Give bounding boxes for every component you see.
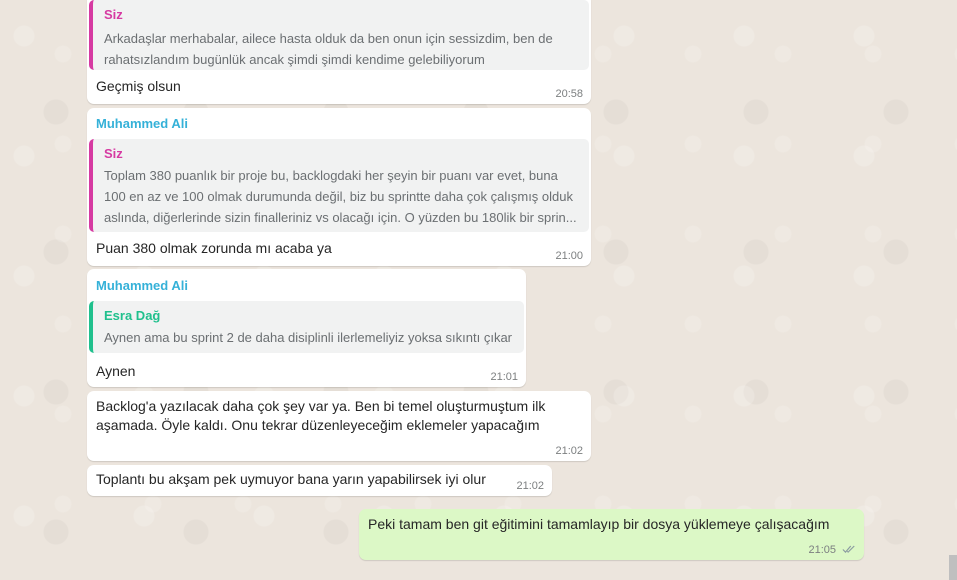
message-bubble[interactable]: Toplantı bu akşam pek uymuyor bana yarın… — [87, 465, 552, 496]
message-time: 21:05 — [808, 544, 836, 556]
message-time: 21:02 — [516, 480, 544, 492]
quoted-sender-name: Siz — [104, 146, 123, 161]
quoted-text-line: aslında, diğerlerinde sizin finalleriniz… — [104, 210, 577, 225]
message-bubble[interactable]: Backlog'a yazılacak daha çok şey var ya.… — [87, 391, 591, 461]
scrollbar-thumb[interactable] — [949, 555, 957, 580]
message-time: 21:01 — [490, 371, 518, 383]
message-bubble[interactable]: Siz Arkadaşlar merhabalar, ailece hasta … — [87, 0, 591, 104]
message-text: Toplantı bu akşam pek uymuyor bana yarın… — [96, 471, 486, 487]
quoted-text-line: rahatsızlandım bugünlük ancak şimdi şimd… — [104, 52, 485, 67]
outgoing-message-bubble[interactable]: Peki tamam ben git eğitimini tamamlayıp … — [359, 509, 864, 560]
message-text: Aynen — [96, 363, 136, 379]
quoted-sender-name: Esra Dağ — [104, 308, 161, 323]
message-text: Peki tamam ben git eğitimini tamamlayıp … — [368, 516, 830, 532]
quoted-text-line: Toplam 380 puanlık bir proje bu, backlog… — [104, 168, 558, 183]
message-time: 20:58 — [555, 88, 583, 100]
message-time: 21:02 — [555, 445, 583, 457]
message-text: Geçmiş olsun — [96, 78, 181, 94]
quoted-message[interactable]: Esra Dağ Aynen ama bu sprint 2 de daha d… — [89, 301, 524, 353]
message-time: 21:00 — [555, 250, 583, 262]
message-bubble[interactable]: Muhammed Ali Esra Dağ Aynen ama bu sprin… — [87, 269, 526, 387]
message-text-line: aşamada. Öyle kaldı. Onu tekrar düzenley… — [96, 417, 540, 433]
message-text-line: Backlog'a yazılacak daha çok şey var ya.… — [96, 398, 546, 414]
message-bubble[interactable]: Muhammed Ali Siz Toplam 380 puanlık bir … — [87, 108, 591, 266]
quoted-text-line: Arkadaşlar merhabalar, ailece hasta oldu… — [104, 31, 553, 46]
quoted-message[interactable]: Siz Toplam 380 puanlık bir proje bu, bac… — [89, 139, 589, 232]
sender-name[interactable]: Muhammed Ali — [96, 116, 188, 131]
sender-name[interactable]: Muhammed Ali — [96, 278, 188, 293]
quoted-message[interactable]: Siz Arkadaşlar merhabalar, ailece hasta … — [89, 0, 589, 70]
quoted-text-line: Aynen ama bu sprint 2 de daha disiplinli… — [104, 330, 513, 345]
message-text: Puan 380 olmak zorunda mı acaba ya — [96, 240, 332, 256]
quoted-text-line: 100 en az ve 100 olmak durumunda değil, … — [104, 189, 573, 204]
double-check-icon — [842, 545, 855, 553]
quoted-sender-name: Siz — [104, 7, 123, 22]
